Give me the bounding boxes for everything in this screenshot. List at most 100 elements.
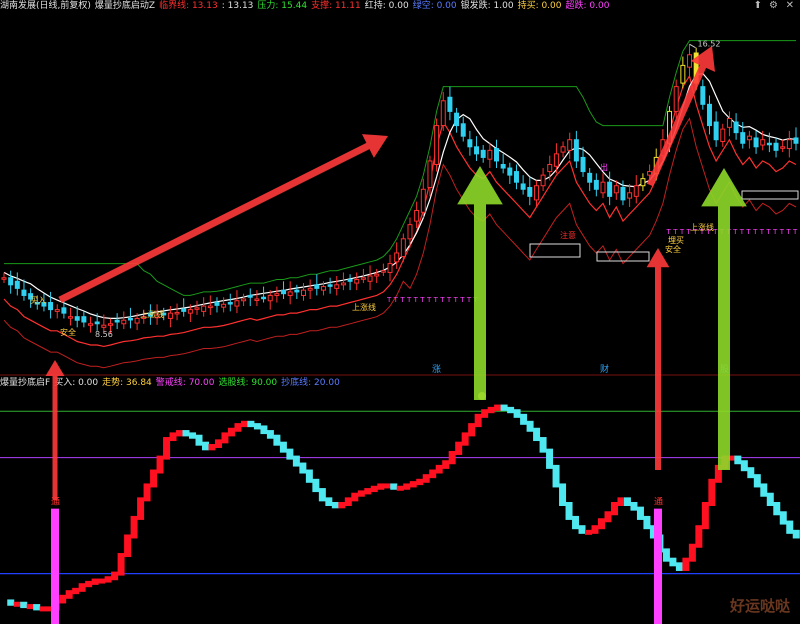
candle-body xyxy=(407,224,413,240)
trend-block xyxy=(481,409,489,418)
trend-block xyxy=(565,502,573,520)
candle-body xyxy=(680,64,686,84)
trend-block xyxy=(253,423,261,430)
candle-body xyxy=(374,273,380,277)
trend-block xyxy=(636,506,644,520)
trend-block xyxy=(26,604,34,610)
candle-body xyxy=(573,139,579,162)
trend-block xyxy=(695,525,703,548)
candle-body xyxy=(567,139,573,151)
trend-block xyxy=(266,430,274,439)
candle-body xyxy=(54,309,60,312)
trend-block xyxy=(779,511,787,525)
marker-t: T xyxy=(433,296,439,304)
candle-body xyxy=(607,181,613,197)
trend-block xyxy=(364,488,372,495)
trend-block xyxy=(474,413,482,428)
marker-t: T xyxy=(426,296,432,304)
trend-block xyxy=(305,469,313,483)
candle-body xyxy=(580,156,586,173)
candle-body xyxy=(187,309,193,314)
trend-block xyxy=(468,423,476,437)
trend-block xyxy=(221,432,229,444)
marker-t: T xyxy=(745,228,751,236)
marker-t: T xyxy=(666,228,672,236)
candle-body xyxy=(613,185,619,194)
candle-body xyxy=(593,179,599,190)
marker-t: T xyxy=(732,228,738,236)
candle-body xyxy=(700,86,706,105)
trend-block xyxy=(163,437,171,460)
candle-body xyxy=(487,149,493,160)
candle-body xyxy=(507,167,513,176)
candle-body xyxy=(227,302,233,305)
candle-body xyxy=(21,289,27,296)
trend-block xyxy=(539,437,547,453)
trend-block xyxy=(234,423,242,432)
signal-label: 安全 xyxy=(60,327,76,337)
candle-body xyxy=(760,139,766,146)
marker-t: T xyxy=(672,228,678,236)
trend-block xyxy=(72,587,80,595)
candle-body xyxy=(673,86,679,112)
marker-t: T xyxy=(439,296,445,304)
marker-t: T xyxy=(679,228,685,236)
candle-body xyxy=(414,210,420,222)
level-box xyxy=(596,251,650,262)
trend-block xyxy=(662,548,670,562)
trend-block xyxy=(130,515,138,539)
trend-block xyxy=(494,404,502,411)
candle-body xyxy=(387,263,393,273)
candle-body xyxy=(8,277,14,286)
candle-body xyxy=(713,121,719,141)
candle-body xyxy=(360,277,366,280)
trend-block xyxy=(150,469,158,488)
trend-block xyxy=(111,571,119,581)
trend-block xyxy=(455,441,463,455)
candle-body xyxy=(247,294,253,298)
signal-label: 注意 xyxy=(560,230,576,240)
trend-block xyxy=(669,557,677,567)
trend-block xyxy=(98,578,106,584)
marker-t: T xyxy=(772,228,778,236)
trend-block xyxy=(559,483,567,506)
marker-t: T xyxy=(419,296,425,304)
trend-block xyxy=(753,474,761,488)
candle-body xyxy=(74,316,80,321)
candle-body xyxy=(640,178,646,187)
candle-body xyxy=(587,172,593,183)
trend-block xyxy=(59,594,67,604)
candle-body xyxy=(181,308,187,312)
trend-block xyxy=(623,497,631,506)
candle-body xyxy=(773,142,779,151)
candle-body xyxy=(294,289,300,293)
trend-block xyxy=(572,515,580,530)
high-price-label: 16.52 xyxy=(698,39,721,48)
trend-block xyxy=(409,481,417,488)
trend-block xyxy=(520,413,528,425)
candle-body xyxy=(706,103,712,127)
candle-body xyxy=(733,121,739,134)
candle-body xyxy=(134,317,140,324)
candle-body xyxy=(327,284,333,287)
candle-body xyxy=(14,280,20,289)
trend-block xyxy=(546,448,554,469)
signal-arrow xyxy=(646,248,670,470)
trend-block xyxy=(643,515,651,530)
trend-block xyxy=(195,434,203,446)
trend-block xyxy=(143,483,151,502)
candle-body xyxy=(214,302,220,306)
trend-block xyxy=(85,580,93,588)
candle-body xyxy=(533,185,539,201)
candle-body xyxy=(221,303,227,308)
trend-block xyxy=(617,497,625,506)
candle-body xyxy=(340,282,346,286)
trend-block xyxy=(117,553,125,576)
trend-block xyxy=(604,511,612,523)
candle-body xyxy=(740,132,746,144)
trend-block xyxy=(435,464,443,474)
candle-body xyxy=(88,323,94,326)
pressure-line xyxy=(4,40,796,296)
candle-body xyxy=(553,153,559,167)
candle-body xyxy=(174,311,180,315)
